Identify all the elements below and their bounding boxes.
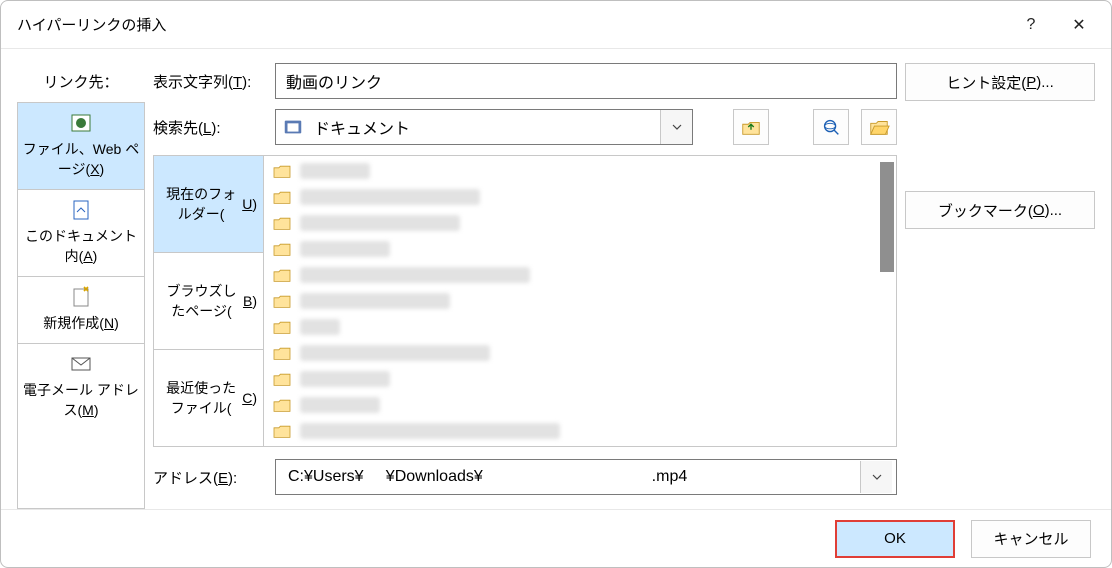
list-item[interactable] [264,262,896,288]
list-item[interactable] [264,288,896,314]
right-side-buttons: ヒント設定(P)... ブックマーク(O)... [905,49,1095,509]
link-to-panel: ファイル、Web ページ(X) このドキュメント内(A) 新規作成(N) [17,102,145,509]
address-row: アドレス(E): [153,459,897,495]
list-item[interactable] [264,366,896,392]
file-list[interactable] [264,156,896,446]
display-text-value: 動画のリンク [286,69,382,93]
close-button[interactable]: ✕ [1055,1,1103,49]
folder-icon [272,215,292,231]
list-item-label [300,241,390,257]
file-browser: 現在のフォルダー(U) ブラウズしたページ(B) 最近使ったファイル(C) [153,155,897,447]
tab-recent-files[interactable]: 最近使ったファイル(C) [154,350,263,446]
list-item-label [300,293,450,309]
cancel-button[interactable]: キャンセル [971,520,1091,558]
search-label: 検索先(L): [153,117,263,138]
list-item[interactable] [264,210,896,236]
folder-icon [272,319,292,335]
list-item[interactable] [264,340,896,366]
list-item-label [300,163,370,179]
list-item-label [300,345,490,361]
display-text-label: 表示文字列(T): [153,71,263,92]
link-to-label: 新規作成(N) [43,313,118,333]
folder-icon [272,241,292,257]
list-item[interactable] [264,392,896,418]
display-text-row: 表示文字列(T): 動画のリンク [153,63,897,99]
browse-file-button[interactable] [861,109,897,145]
folder-icon [272,163,292,179]
list-item-label [300,397,380,413]
search-location-dropdown-button[interactable] [660,110,692,144]
file-web-icon [67,111,95,135]
list-item[interactable] [264,314,896,340]
folder-icon [272,423,292,439]
list-item-label [300,319,340,335]
list-item-label [300,267,530,283]
folder-icon [272,189,292,205]
list-item-label [300,189,480,205]
link-to-label: このドキュメント内(A) [22,226,140,266]
documents-folder-icon [282,116,304,138]
new-doc-icon [67,285,95,309]
link-to-label: 電子メール アドレス(M) [22,380,140,420]
hyperlink-dialog: ハイパーリンクの挿入 ? ✕ リンク先： ファイル、Web ページ(X) [0,0,1112,568]
display-text-input[interactable]: 動画のリンク [275,63,897,99]
search-row: 検索先(L): ドキュメント [153,109,897,145]
dialog-title: ハイパーリンクの挿入 [17,14,1007,35]
list-item-label [300,215,460,231]
list-item[interactable] [264,184,896,210]
address-input[interactable] [286,467,860,487]
browser-tab-strip: 現在のフォルダー(U) ブラウズしたページ(B) 最近使ったファイル(C) [154,156,264,446]
link-to-this-doc[interactable]: このドキュメント内(A) [18,190,144,277]
dialog-footer: OK キャンセル [1,509,1111,567]
list-item-label [300,423,560,439]
list-item[interactable] [264,158,896,184]
search-location-value: ドキュメント [314,115,650,139]
list-item[interactable] [264,236,896,262]
link-to-column: リンク先： ファイル、Web ページ(X) このドキュメント内(A) [17,49,145,509]
bookmark-button[interactable]: ブックマーク(O)... [905,191,1095,229]
email-icon [67,352,95,376]
link-to-label: ファイル、Web ページ(X) [22,139,140,179]
folder-icon [272,293,292,309]
help-button[interactable]: ? [1007,1,1055,49]
search-location-combo[interactable]: ドキュメント [275,109,693,145]
ok-button[interactable]: OK [835,520,955,558]
tab-current-folder[interactable]: 現在のフォルダー(U) [154,156,263,253]
address-dropdown-button[interactable] [860,461,892,493]
screen-tip-button[interactable]: ヒント設定(P)... [905,63,1095,101]
this-doc-icon [67,198,95,222]
tab-browsed-pages[interactable]: ブラウズしたページ(B) [154,253,263,350]
address-combo[interactable] [275,459,897,495]
link-to-email[interactable]: 電子メール アドレス(M) [18,344,144,430]
link-to-new-doc[interactable]: 新規作成(N) [18,277,144,344]
main-area: 表示文字列(T): 動画のリンク 検索先(L): ドキュメント [153,49,897,509]
address-label: アドレス(E): [153,467,263,488]
list-item-label [300,371,390,387]
up-one-level-button[interactable] [733,109,769,145]
folder-icon [272,345,292,361]
folder-icon [272,371,292,387]
folder-icon [272,267,292,283]
list-item[interactable] [264,418,896,444]
folder-icon [272,397,292,413]
vertical-scrollbar[interactable] [880,162,894,272]
titlebar: ハイパーリンクの挿入 ? ✕ [1,1,1111,49]
link-to-file-web[interactable]: ファイル、Web ページ(X) [18,103,144,190]
link-to-caption: リンク先： [17,49,145,102]
browse-web-button[interactable] [813,109,849,145]
